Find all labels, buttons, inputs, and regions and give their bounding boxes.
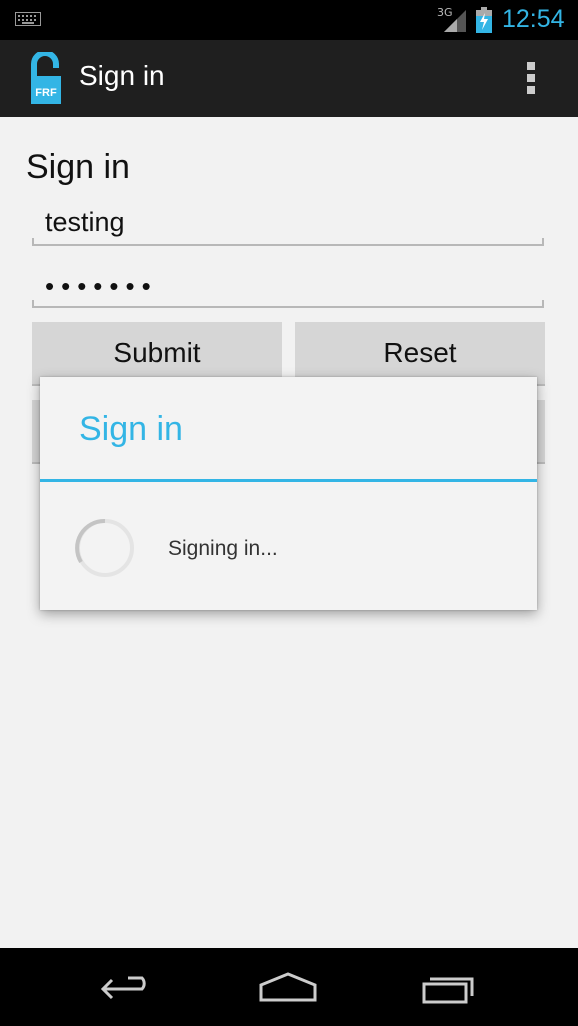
- action-bar-title: Sign in: [79, 60, 165, 91]
- back-icon[interactable]: [98, 970, 158, 1006]
- dialog-divider: [40, 479, 537, 482]
- svg-text:FRF: FRF: [35, 87, 57, 99]
- progress-dialog: Sign in Signing in...: [40, 377, 537, 610]
- username-value: testing: [45, 207, 125, 237]
- signal-icon: [444, 10, 466, 32]
- keyboard-icon: [15, 12, 41, 26]
- navigation-bar: [0, 948, 578, 1026]
- page-title: Sign in: [26, 148, 130, 186]
- status-bar: 3G 12:54: [0, 0, 578, 40]
- progress-spinner-icon: [75, 518, 134, 577]
- overflow-menu-icon[interactable]: [527, 62, 537, 96]
- home-icon[interactable]: [258, 970, 318, 1006]
- password-value: •••••••: [45, 271, 158, 301]
- dialog-title: Sign in: [79, 410, 183, 448]
- recents-icon[interactable]: [420, 970, 480, 1006]
- battery-charging-icon: [476, 7, 492, 33]
- dialog-message: Signing in...: [168, 537, 278, 560]
- action-bar: FRF Sign in: [0, 40, 578, 117]
- app-lock-icon[interactable]: FRF: [28, 52, 62, 106]
- password-field[interactable]: •••••••: [32, 266, 544, 308]
- clock: 12:54: [502, 5, 565, 33]
- username-field[interactable]: testing: [32, 204, 544, 246]
